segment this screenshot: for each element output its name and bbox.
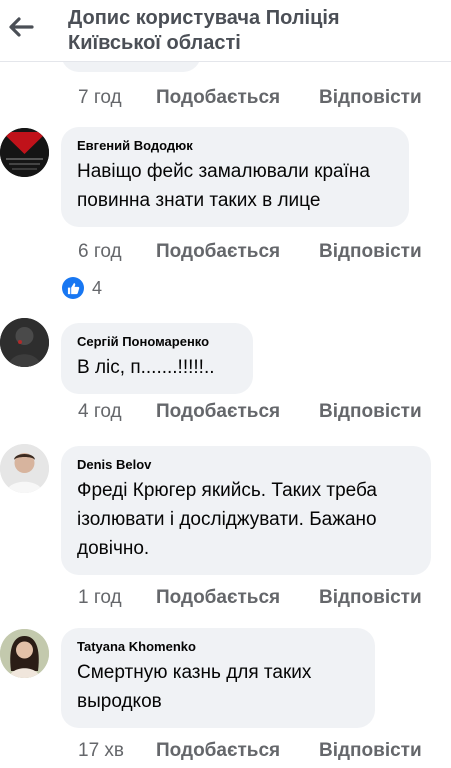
reaction-count: 4 (92, 277, 103, 298)
comment-text: Смертную казнь для таких выродков (77, 662, 312, 712)
back-button[interactable] (6, 14, 36, 40)
like-button[interactable]: Подобається (156, 87, 319, 109)
like-button[interactable]: Подобається (156, 740, 319, 762)
like-button[interactable]: Подобається (156, 587, 319, 609)
comment-time[interactable]: 1 год (78, 587, 156, 609)
avatar[interactable] (0, 629, 49, 678)
comment-author[interactable]: Denis Belov (77, 456, 414, 474)
avatar-image (0, 318, 49, 367)
like-button[interactable]: Подобається (156, 241, 319, 263)
comment-text: В ліс, п.......!!!!!.. (77, 357, 215, 378)
avatar-image (0, 444, 49, 493)
avatar-image (0, 629, 49, 678)
reply-button[interactable]: Відповісти (319, 740, 422, 762)
thumbs-up-icon (62, 277, 84, 299)
avatar[interactable] (0, 444, 49, 493)
reply-button[interactable]: Відповісти (319, 587, 422, 609)
comment-bubble: Евгений Вододюк Навіщо фейс замалювали к… (61, 127, 409, 227)
comment-text: Навіщо фейс замалювали країна повинна зн… (77, 161, 370, 211)
comment-actions: 17 хв Подобається Відповісти (78, 737, 422, 765)
comment-bubble: Tatyana Khomenko Смертную казнь для таки… (61, 628, 375, 728)
page-title: Допис користувача Поліція Київської обла… (68, 7, 340, 54)
reply-button[interactable]: Відповісти (319, 401, 422, 423)
comment-bubble: Сергій Пономаренко В ліс, п.......!!!!!.… (61, 323, 253, 394)
comment-time[interactable]: 6 год (78, 241, 156, 263)
top-bar: Допис користувача Поліція Київської обла… (0, 0, 451, 62)
comment-actions: 6 год Подобається Відповісти (78, 238, 422, 266)
comment-actions: 1 год Подобається Відповісти (78, 584, 422, 612)
comment-time[interactable]: 4 год (78, 401, 156, 423)
arrow-left-icon (9, 17, 34, 37)
comment-time[interactable]: 17 хв (78, 740, 156, 762)
comment-author[interactable]: Евгений Вододюк (77, 137, 392, 155)
comment-author[interactable]: Tatyana Khomenko (77, 638, 358, 656)
comment-time[interactable]: 7 год (78, 87, 156, 109)
avatar[interactable] (0, 128, 49, 177)
avatar[interactable] (0, 318, 49, 367)
reply-button[interactable]: Відповісти (319, 87, 422, 109)
avatar-image (0, 128, 49, 177)
like-button[interactable]: Подобається (156, 401, 319, 423)
comment-actions: 7 год Подобається Відповісти (78, 84, 422, 112)
reaction-summary[interactable]: 4 (62, 276, 102, 300)
comment-text: Фреді Крюгер якийсь. Таких треба ізолюва… (77, 480, 378, 559)
comment-actions: 4 год Подобається Відповісти (78, 398, 422, 426)
reply-button[interactable]: Відповісти (319, 241, 422, 263)
comment-bubble: Denis Belov Фреді Крюгер якийсь. Таких т… (61, 446, 431, 575)
comment-author[interactable]: Сергій Пономаренко (77, 333, 236, 351)
